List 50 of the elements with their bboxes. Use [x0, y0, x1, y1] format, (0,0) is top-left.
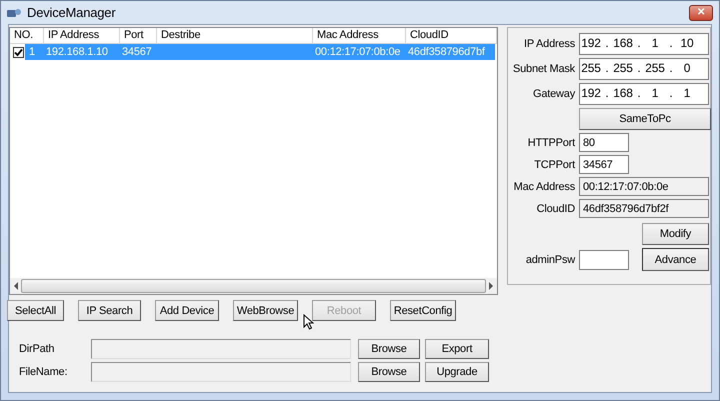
path-field[interactable] [91, 362, 351, 382]
field-label: TCPPort [533, 158, 575, 170]
field-label: Mac Address [512, 180, 575, 192]
port-field[interactable]: 34567 [579, 155, 629, 174]
field-label: HTTPPort [526, 136, 575, 148]
window-title: DeviceManager [27, 5, 116, 20]
column-header[interactable]: NO. [10, 28, 44, 44]
field-label: DirPath [18, 343, 56, 355]
table-cell: 46df358796d7bf [404, 44, 495, 60]
ip-address-field[interactable]: 192 . 168 . 1 . 1 [579, 83, 709, 105]
column-header[interactable]: Mac Address [313, 28, 406, 44]
horizontal-scrollbar[interactable] [10, 278, 497, 294]
same-to-pc-button[interactable]: SameToPc [579, 108, 711, 130]
ip-address-field[interactable]: 255 . 255 . 255 . 0 [579, 58, 709, 80]
table-cell: 1 [25, 44, 42, 60]
browse-button[interactable]: Browse [358, 362, 420, 382]
column-header[interactable]: Destribe [157, 28, 313, 44]
field-label: IP Address [523, 38, 575, 50]
scroll-left-icon[interactable] [13, 282, 19, 290]
scroll-right-icon[interactable] [488, 282, 494, 290]
column-header[interactable]: Port [120, 28, 157, 44]
column-header[interactable]: CloudID [406, 28, 497, 44]
readonly-field: 00:12:17:07:0b:0e [579, 177, 709, 196]
table-cell: 00:12:17:07:0b:0e [311, 44, 404, 60]
field-label: adminPsw [524, 254, 575, 266]
port-field[interactable]: 80 [579, 133, 629, 152]
app-icon [6, 6, 22, 18]
field-label: Gateway [532, 88, 575, 100]
table-cell: 34567 [118, 44, 155, 60]
advance-button[interactable]: Advance [642, 248, 709, 271]
action-button[interactable]: Add Device [155, 300, 219, 321]
readonly-field: 46df358796d7bf2f [579, 199, 709, 218]
action-button[interactable]: WebBrowse [233, 300, 298, 321]
column-header[interactable]: IP Address [44, 28, 120, 44]
password-field[interactable] [579, 250, 629, 270]
field-label: FileName: [18, 366, 68, 378]
row-checkbox[interactable] [13, 46, 24, 58]
file-action-button[interactable]: Export [425, 339, 489, 359]
action-button[interactable]: IP Search [78, 300, 141, 321]
mouse-cursor-icon [303, 314, 314, 330]
file-action-button[interactable]: Upgrade [425, 362, 489, 382]
table-cell: 192.168.1.10 [42, 44, 118, 60]
field-label: Subnet Mask [512, 63, 575, 75]
ip-address-field[interactable]: 192 . 168 . 1 . 10 [579, 33, 709, 55]
field-label: CloudID [536, 202, 575, 214]
path-field[interactable] [91, 339, 351, 359]
action-button[interactable]: ResetConfig [390, 300, 456, 321]
action-button[interactable]: SelectAll [7, 300, 64, 321]
browse-button[interactable]: Browse [358, 339, 420, 359]
modify-button[interactable]: Modify [642, 223, 709, 245]
